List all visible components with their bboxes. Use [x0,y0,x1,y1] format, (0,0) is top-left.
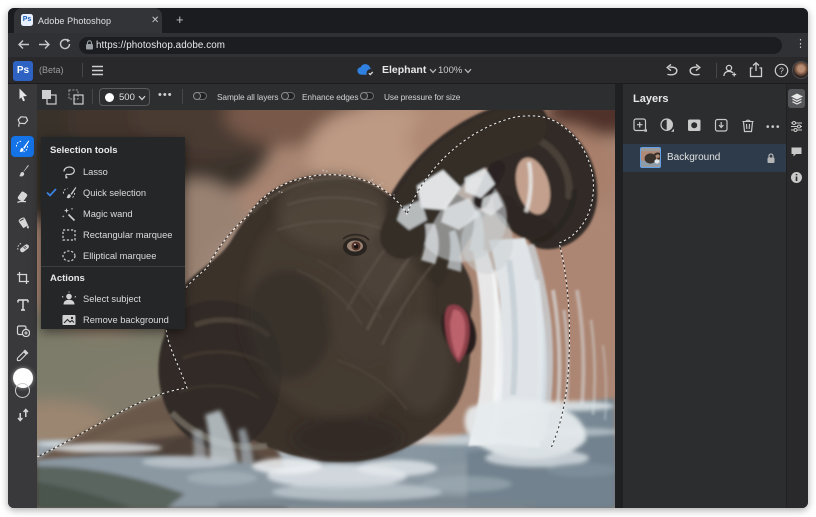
svg-text:?: ? [779,66,784,76]
